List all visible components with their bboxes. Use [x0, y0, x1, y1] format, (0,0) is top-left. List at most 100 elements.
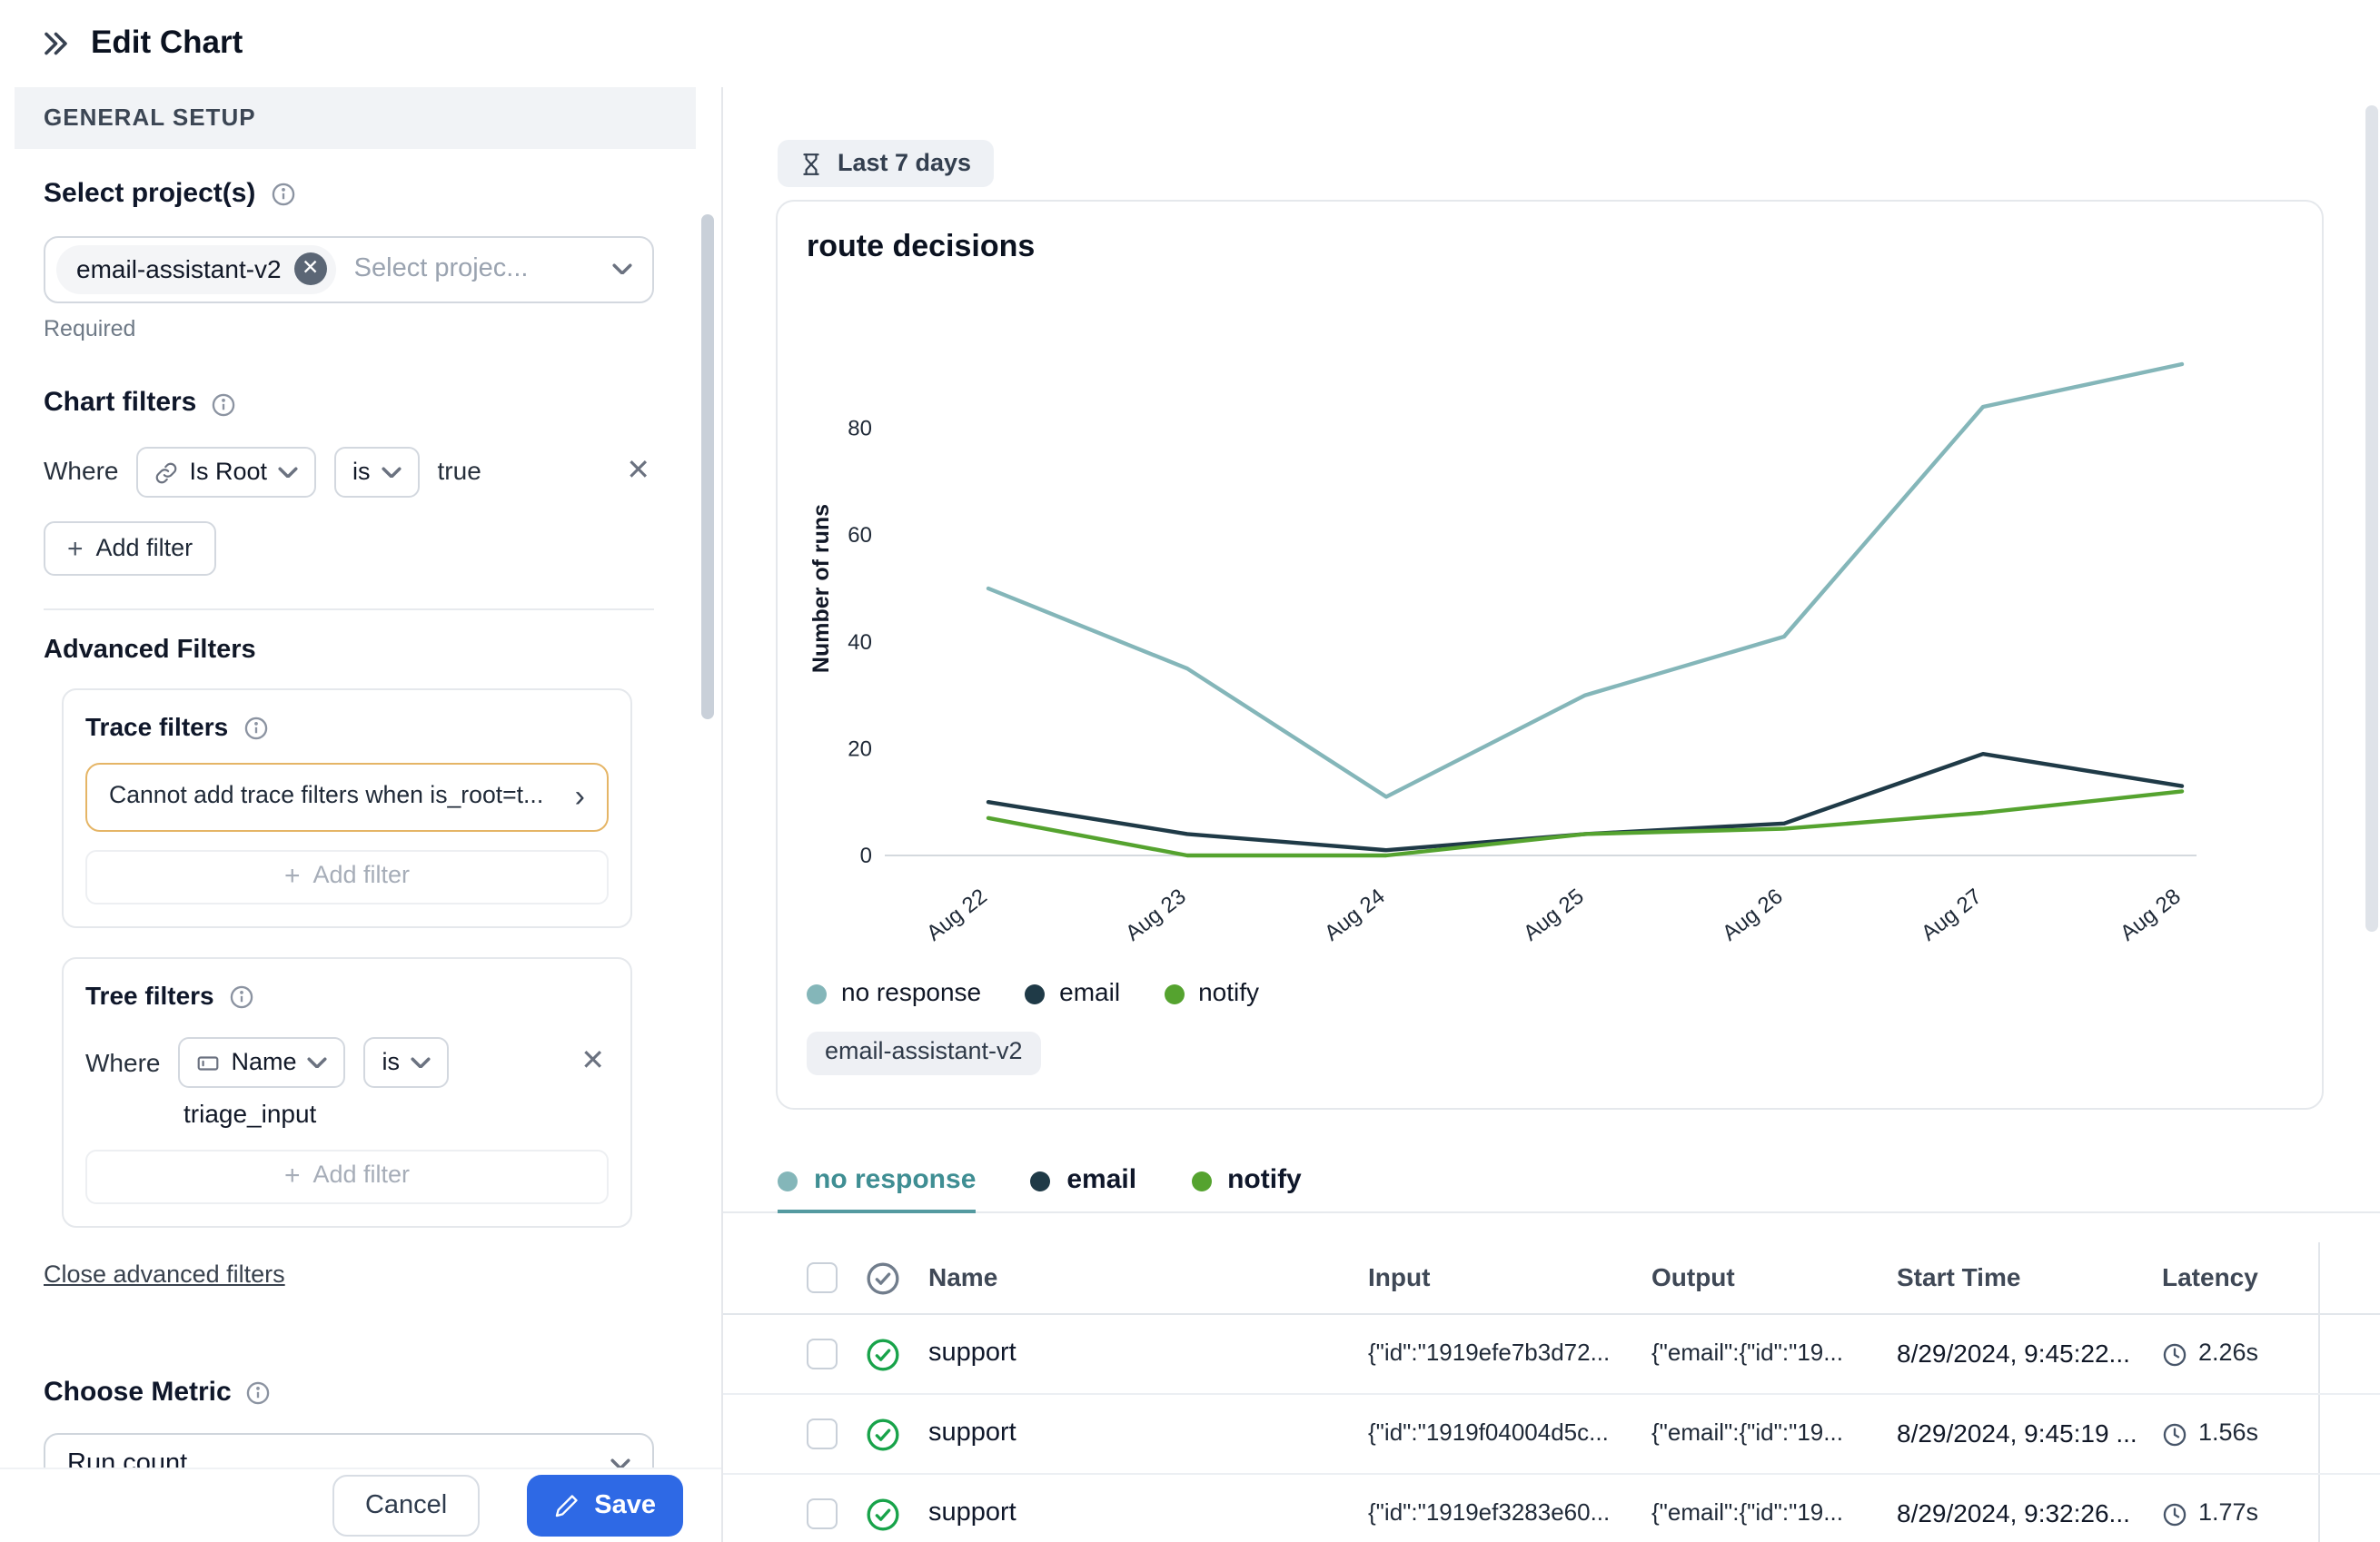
save-button-label: Save: [594, 1491, 656, 1520]
run-name[interactable]: support: [928, 1338, 1368, 1370]
info-icon[interactable]: [246, 1380, 272, 1406]
route-decisions-line-chart[interactable]: 020406080Number of runsAug 22Aug 23Aug 2…: [807, 292, 2296, 974]
tree-field-dropdown[interactable]: Name: [178, 1038, 345, 1089]
legend-item[interactable]: email: [1025, 978, 1120, 1010]
advanced-filters-title: Advanced Filters: [44, 634, 654, 667]
svg-text:Aug 28: Aug 28: [2116, 885, 2186, 946]
success-status-icon: [865, 1496, 901, 1532]
svg-text:Aug 25: Aug 25: [1519, 885, 1589, 946]
tab-label: notify: [1227, 1164, 1302, 1199]
sidebar-scrollbar[interactable]: [701, 214, 714, 719]
status-column-icon: [865, 1260, 901, 1296]
run-name[interactable]: support: [928, 1418, 1368, 1450]
svg-text:20: 20: [848, 737, 872, 762]
collapse-drawer-icon[interactable]: [38, 27, 71, 60]
table-row[interactable]: support {"id":"1919efe7b3d72... {"email"…: [723, 1315, 2380, 1395]
tree-field-value: Name: [231, 1048, 296, 1079]
table-row[interactable]: support {"id":"1919ef3283e60... {"email"…: [723, 1475, 2380, 1542]
legend-dot: [1025, 984, 1045, 1003]
column-header-start-time[interactable]: Start Time: [1897, 1262, 2162, 1294]
filter-field-dropdown[interactable]: Is Root: [136, 447, 316, 498]
tree-add-filter-button[interactable]: + Add filter: [85, 1150, 609, 1204]
metric-select-value: Run count: [67, 1448, 187, 1468]
clock-icon: [2162, 1501, 2187, 1527]
chevron-right-icon: ›: [575, 782, 585, 813]
trace-filters-card: Trace filters Cannot add trace filters w…: [62, 689, 632, 928]
run-start-time: 8/29/2024, 9:45:22...: [1897, 1339, 2162, 1370]
svg-text:60: 60: [848, 524, 872, 549]
legend-item[interactable]: notify: [1164, 978, 1259, 1010]
tab-no-response[interactable]: no response: [778, 1152, 976, 1213]
svg-text:80: 80: [848, 417, 872, 441]
chevron-down-icon: [382, 466, 402, 479]
where-label: Where: [44, 457, 118, 489]
trace-filters-label-row: Trace filters: [85, 713, 609, 745]
legend-item[interactable]: no response: [807, 978, 981, 1010]
column-header-output[interactable]: Output: [1651, 1262, 1897, 1294]
project-select-placeholder: Select projec...: [354, 252, 594, 285]
column-header-name[interactable]: Name: [928, 1262, 1368, 1294]
tab-dot: [1191, 1171, 1211, 1191]
success-status-icon: [865, 1416, 901, 1452]
tab-notify[interactable]: notify: [1191, 1152, 1302, 1211]
choose-metric-label-row: Choose Metric: [44, 1377, 654, 1411]
trace-filters-warning[interactable]: Cannot add trace filters when is_root=t.…: [85, 763, 609, 832]
trace-add-filter-button[interactable]: + Add filter: [85, 850, 609, 904]
add-filter-button[interactable]: + Add filter: [44, 521, 216, 576]
tree-add-filter-label: Add filter: [312, 1161, 410, 1192]
svg-text:Aug 26: Aug 26: [1718, 885, 1788, 946]
tree-filters-card: Tree filters Where Name: [62, 957, 632, 1228]
remove-project-icon[interactable]: ✕: [294, 253, 327, 286]
info-icon[interactable]: [211, 392, 236, 418]
column-header-input[interactable]: Input: [1368, 1262, 1651, 1294]
project-chip-badge: email-assistant-v2: [807, 1032, 1041, 1075]
select-projects-label: Select project(s): [44, 178, 255, 213]
run-input: {"id":"1919ef3283e60...: [1368, 1499, 1651, 1529]
where-label: Where: [85, 1047, 160, 1079]
name-field-icon: [196, 1052, 220, 1075]
run-start-time: 8/29/2024, 9:32:26...: [1897, 1498, 2162, 1530]
info-icon[interactable]: [270, 183, 295, 208]
info-icon[interactable]: [243, 716, 268, 741]
info-icon[interactable]: [229, 984, 254, 1009]
tab-dot: [1030, 1171, 1050, 1191]
run-latency: 1.56s: [2162, 1418, 2318, 1449]
run-start-time: 8/29/2024, 9:45:19 ...: [1897, 1418, 2162, 1450]
tree-operator-value: is: [382, 1048, 401, 1079]
select-all-checkbox[interactable]: [807, 1262, 838, 1293]
save-button[interactable]: Save: [527, 1475, 683, 1537]
row-checkbox[interactable]: [807, 1339, 838, 1369]
drawer-header: Edit Chart: [0, 0, 243, 87]
remove-filter-icon[interactable]: ✕: [577, 1049, 609, 1078]
table-row[interactable]: support {"id":"1919f04004d5c... {"email"…: [723, 1395, 2380, 1475]
chart-legend: no response email notify: [807, 978, 2293, 1010]
page-scrollbar[interactable]: [2365, 105, 2378, 932]
run-input: {"id":"1919efe7b3d72...: [1368, 1339, 1651, 1369]
plus-icon: +: [284, 1163, 301, 1191]
filter-operator-dropdown[interactable]: is: [334, 447, 420, 498]
row-checkbox[interactable]: [807, 1498, 838, 1529]
svg-text:Number of runs: Number of runs: [808, 504, 834, 673]
legend-label: notify: [1198, 978, 1259, 1010]
close-advanced-filters-link[interactable]: Close advanced filters: [44, 1260, 285, 1291]
tab-email[interactable]: email: [1030, 1152, 1136, 1211]
filter-value: true: [438, 457, 481, 489]
time-range-button[interactable]: Last 7 days: [778, 140, 993, 187]
cancel-button[interactable]: Cancel: [332, 1475, 480, 1537]
column-divider: [2318, 1315, 2380, 1393]
svg-text:Aug 24: Aug 24: [1320, 885, 1390, 946]
metric-select[interactable]: Run count: [44, 1432, 654, 1468]
run-name[interactable]: support: [928, 1498, 1368, 1530]
page-title: Edit Chart: [91, 24, 243, 64]
tree-operator-dropdown[interactable]: is: [364, 1038, 450, 1089]
row-checkbox[interactable]: [807, 1418, 838, 1449]
remove-filter-icon[interactable]: ✕: [622, 458, 654, 487]
runs-table: Name Input Output Start Time Latency sup…: [723, 1242, 2380, 1542]
time-range-label: Last 7 days: [838, 148, 971, 179]
tab-label: no response: [814, 1163, 976, 1198]
clock-icon: [2162, 1341, 2187, 1367]
project-select[interactable]: email-assistant-v2 ✕ Select projec...: [44, 236, 654, 303]
trace-filters-warning-text: Cannot add trace filters when is_root=t.…: [109, 782, 543, 812]
tree-filters-label: Tree filters: [85, 981, 214, 1013]
column-header-latency[interactable]: Latency: [2162, 1262, 2318, 1294]
